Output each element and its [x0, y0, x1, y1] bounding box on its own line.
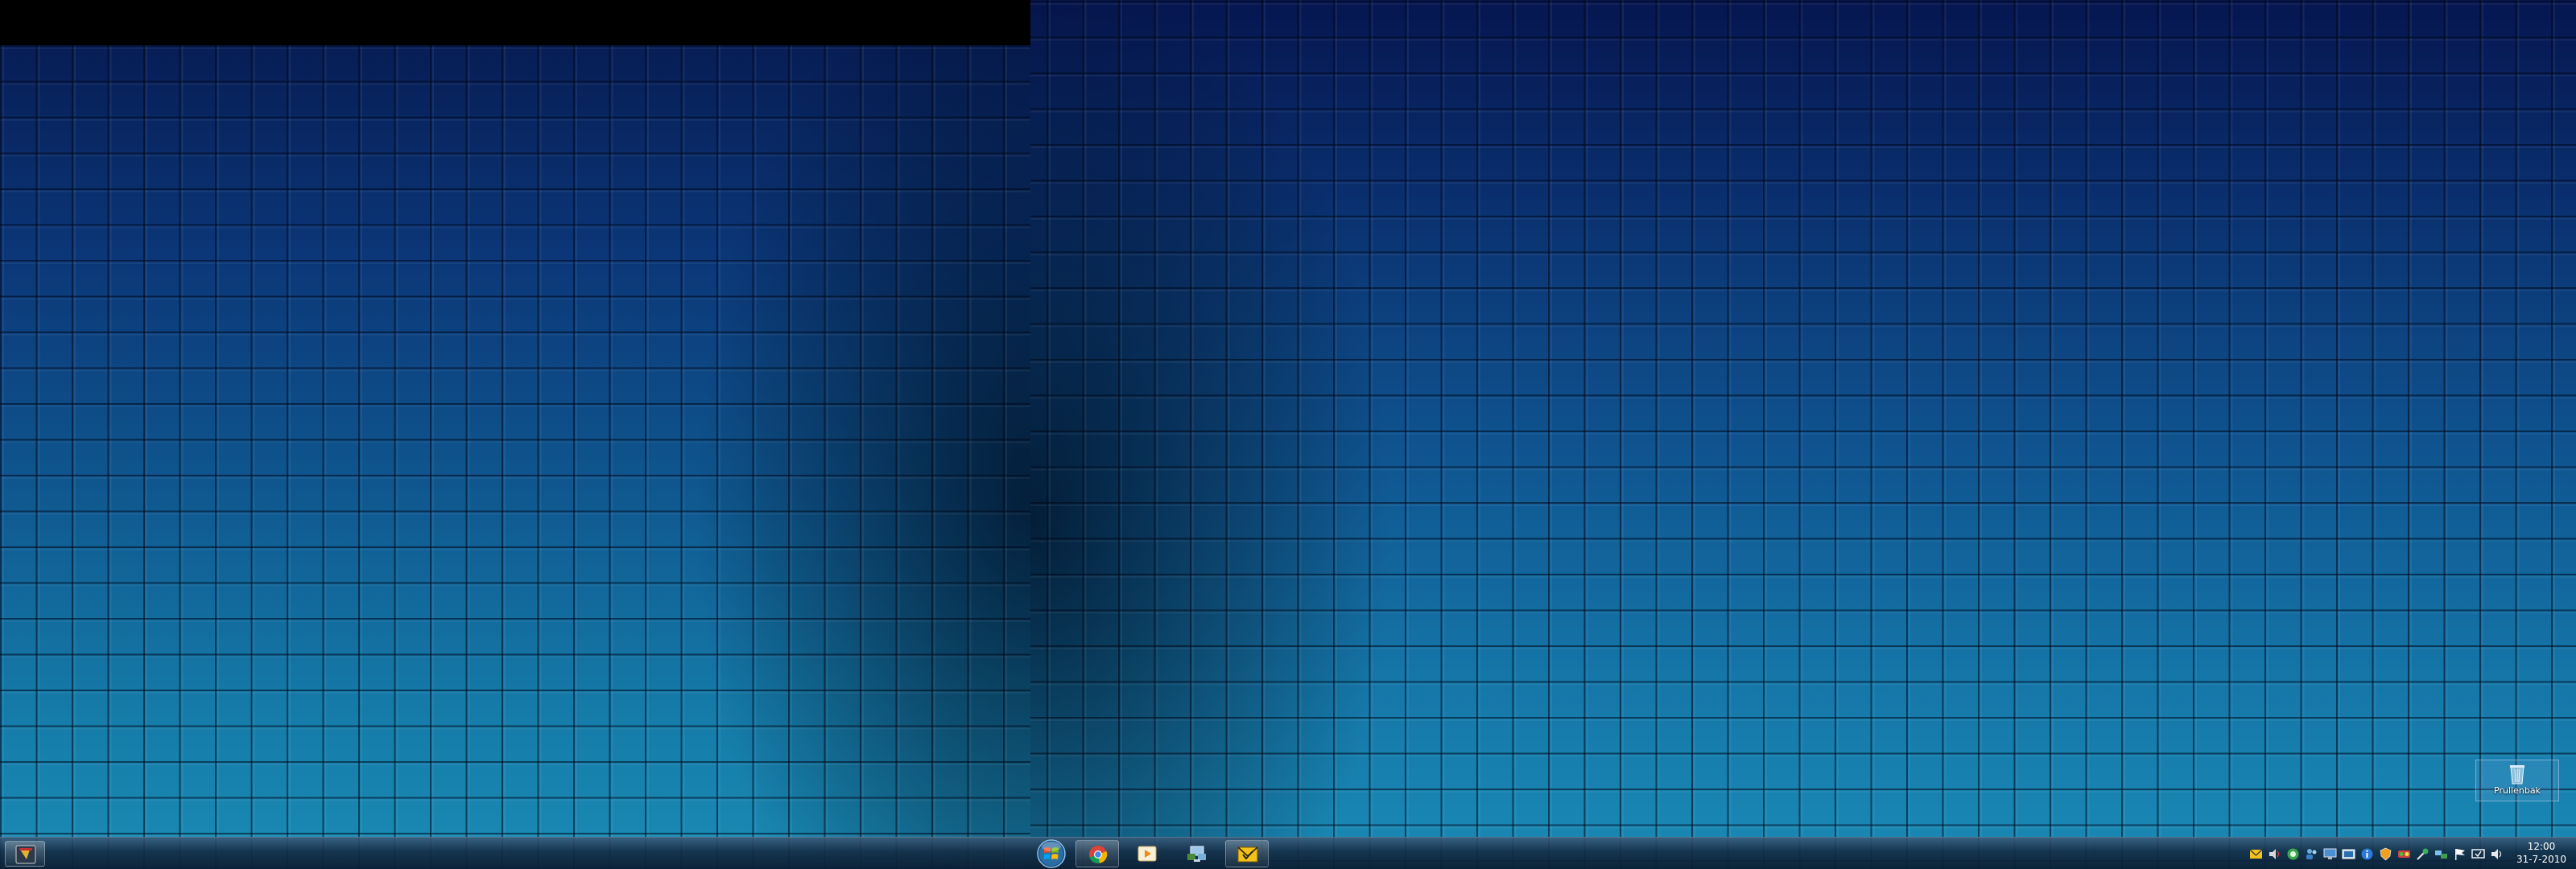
- taskbar-mail[interactable]: [1225, 840, 1269, 867]
- recycle-bin-icon: [2510, 765, 2524, 785]
- volume-tray-icon[interactable]: [2268, 847, 2281, 861]
- media-player-icon: [1137, 846, 1157, 862]
- taskbar-media-player[interactable]: [1125, 840, 1169, 867]
- green-circle-tray-icon[interactable]: [2286, 847, 2300, 861]
- taskbar-chrome[interactable]: [1075, 840, 1119, 867]
- clock-time: 12:00: [2527, 841, 2556, 852]
- clock[interactable]: 12:00 31-7-2010: [2513, 840, 2570, 866]
- flag-tray-icon[interactable]: [2453, 847, 2467, 861]
- right-monitor: [1030, 0, 2576, 869]
- left-taskbar: [0, 837, 1030, 869]
- dual-monitor-desktop: Prullenbak 12:00 31-7-2010: [0, 0, 2576, 869]
- display-tray-icon[interactable]: [2342, 847, 2355, 861]
- mail-envelope-icon: [1237, 846, 1258, 863]
- speaker-tray-icon[interactable]: [2490, 847, 2504, 861]
- chrome-icon: [1089, 846, 1108, 863]
- network-folder-icon: [1187, 846, 1206, 862]
- system-tray: [2249, 846, 2504, 862]
- right-wallpaper: [1030, 0, 2576, 869]
- people-tray-icon[interactable]: [2305, 847, 2318, 861]
- right-taskbar: 12:00 31-7-2010: [1030, 837, 2576, 869]
- clock-date: 31-7-2010: [2516, 854, 2567, 865]
- tile-pattern: [1030, 0, 2576, 869]
- mail-tray-icon[interactable]: [2249, 847, 2263, 861]
- left-monitor: [0, 0, 1030, 869]
- unused-display-area: [0, 0, 1030, 45]
- network-tray-icon[interactable]: [2434, 847, 2448, 861]
- sync-tray-icon[interactable]: [2471, 847, 2485, 861]
- shield-tray-icon[interactable]: [2379, 847, 2392, 861]
- info-tray-icon[interactable]: [2360, 847, 2374, 861]
- start-thumbnail-icon: [15, 845, 36, 864]
- windows-start-orb-icon[interactable]: [1035, 838, 1067, 869]
- tile-pattern: [0, 45, 1030, 869]
- tool-tray-icon[interactable]: [2416, 847, 2429, 861]
- monitor-tray-icon[interactable]: [2323, 847, 2337, 861]
- desktop-icon-recycle-bin[interactable]: Prullenbak: [2475, 760, 2559, 801]
- left-start-button[interactable]: [5, 841, 45, 867]
- left-wallpaper: [0, 45, 1030, 869]
- taskbar-network-folder[interactable]: [1175, 840, 1219, 867]
- desktop-icon-label: Prullenbak: [2494, 785, 2541, 796]
- antivirus-tray-icon[interactable]: [2397, 847, 2411, 861]
